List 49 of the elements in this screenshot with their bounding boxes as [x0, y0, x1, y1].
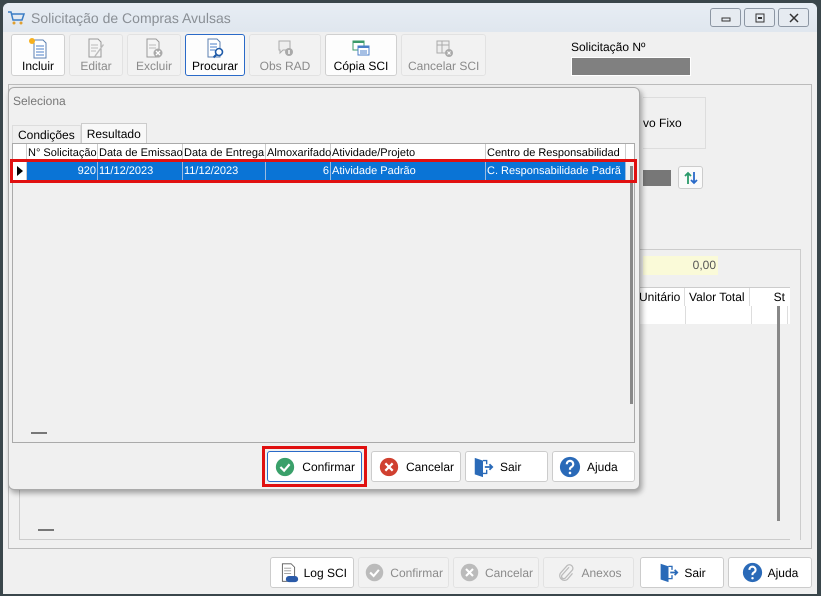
sort-arrows-icon: [682, 170, 698, 186]
sort-button[interactable]: [678, 166, 703, 189]
grid-row[interactable]: 920 11/12/2023 11/12/2023 6 Atividade Padrão C. Responsabilidade Padrã: [13, 162, 634, 180]
check-icon: [274, 456, 296, 478]
total-field[interactable]: 0,00: [643, 256, 718, 275]
close-button[interactable]: [778, 8, 809, 27]
splitter-handle[interactable]: [31, 432, 47, 434]
column-header[interactable]: St: [750, 288, 785, 306]
scrollbar[interactable]: [630, 166, 633, 404]
new-document-icon: [27, 37, 49, 59]
splitter-handle[interactable]: [38, 529, 54, 531]
table-cell: 11/12/2023: [183, 162, 266, 180]
dialog-button[interactable]: Cancelar: [370, 451, 461, 482]
tab[interactable]: Condições: [12, 125, 81, 143]
footer-button[interactable]: Sair: [640, 557, 724, 588]
table-cell: 11/12/2023: [98, 162, 183, 180]
toolbar-button[interactable]: Incluir: [11, 34, 65, 76]
cancel-icon: [378, 456, 400, 478]
help-icon: [742, 562, 763, 583]
dialog-button[interactable]: Sair: [465, 451, 548, 482]
close-icon: [788, 12, 800, 22]
dialog-title: Seleciona: [12, 93, 67, 110]
dialog-button[interactable]: Confirmar: [267, 451, 362, 482]
footer-button[interactable]: Log SCI: [270, 557, 354, 588]
dialog-button[interactable]: Ajuda: [552, 451, 635, 482]
minimize-button[interactable]: [710, 8, 741, 27]
exit-door-icon: [472, 456, 494, 478]
exit-door-icon: [658, 562, 680, 583]
table-cell: Atividade Padrão: [331, 162, 486, 180]
window-title: Solicitação de Compras Avulsas: [31, 10, 231, 26]
check-icon: [364, 562, 386, 583]
toolbar-button[interactable]: Cópia SCI: [325, 34, 398, 76]
table-cell: 920: [27, 162, 98, 180]
input-field[interactable]: [643, 170, 671, 186]
help-icon: [559, 456, 581, 478]
table-cell: C. Responsabilidade Padrã: [486, 162, 626, 180]
row-pointer-icon: [16, 166, 22, 176]
request-number-label: Solicitação Nº: [571, 40, 646, 54]
toolbar-button[interactable]: Procurar: [185, 34, 246, 76]
maximize-icon: [754, 12, 766, 22]
footer-button[interactable]: Ajuda: [728, 557, 812, 588]
table-cell: 6: [266, 162, 331, 180]
scrollbar[interactable]: [777, 306, 780, 521]
tab[interactable]: Resultado: [80, 123, 147, 143]
option-label: vo Fixo: [643, 116, 682, 130]
maximize-button[interactable]: [744, 8, 775, 27]
request-number-field[interactable]: [571, 57, 691, 76]
cancel-icon: [458, 562, 480, 583]
shopping-cart-icon: [7, 10, 25, 26]
